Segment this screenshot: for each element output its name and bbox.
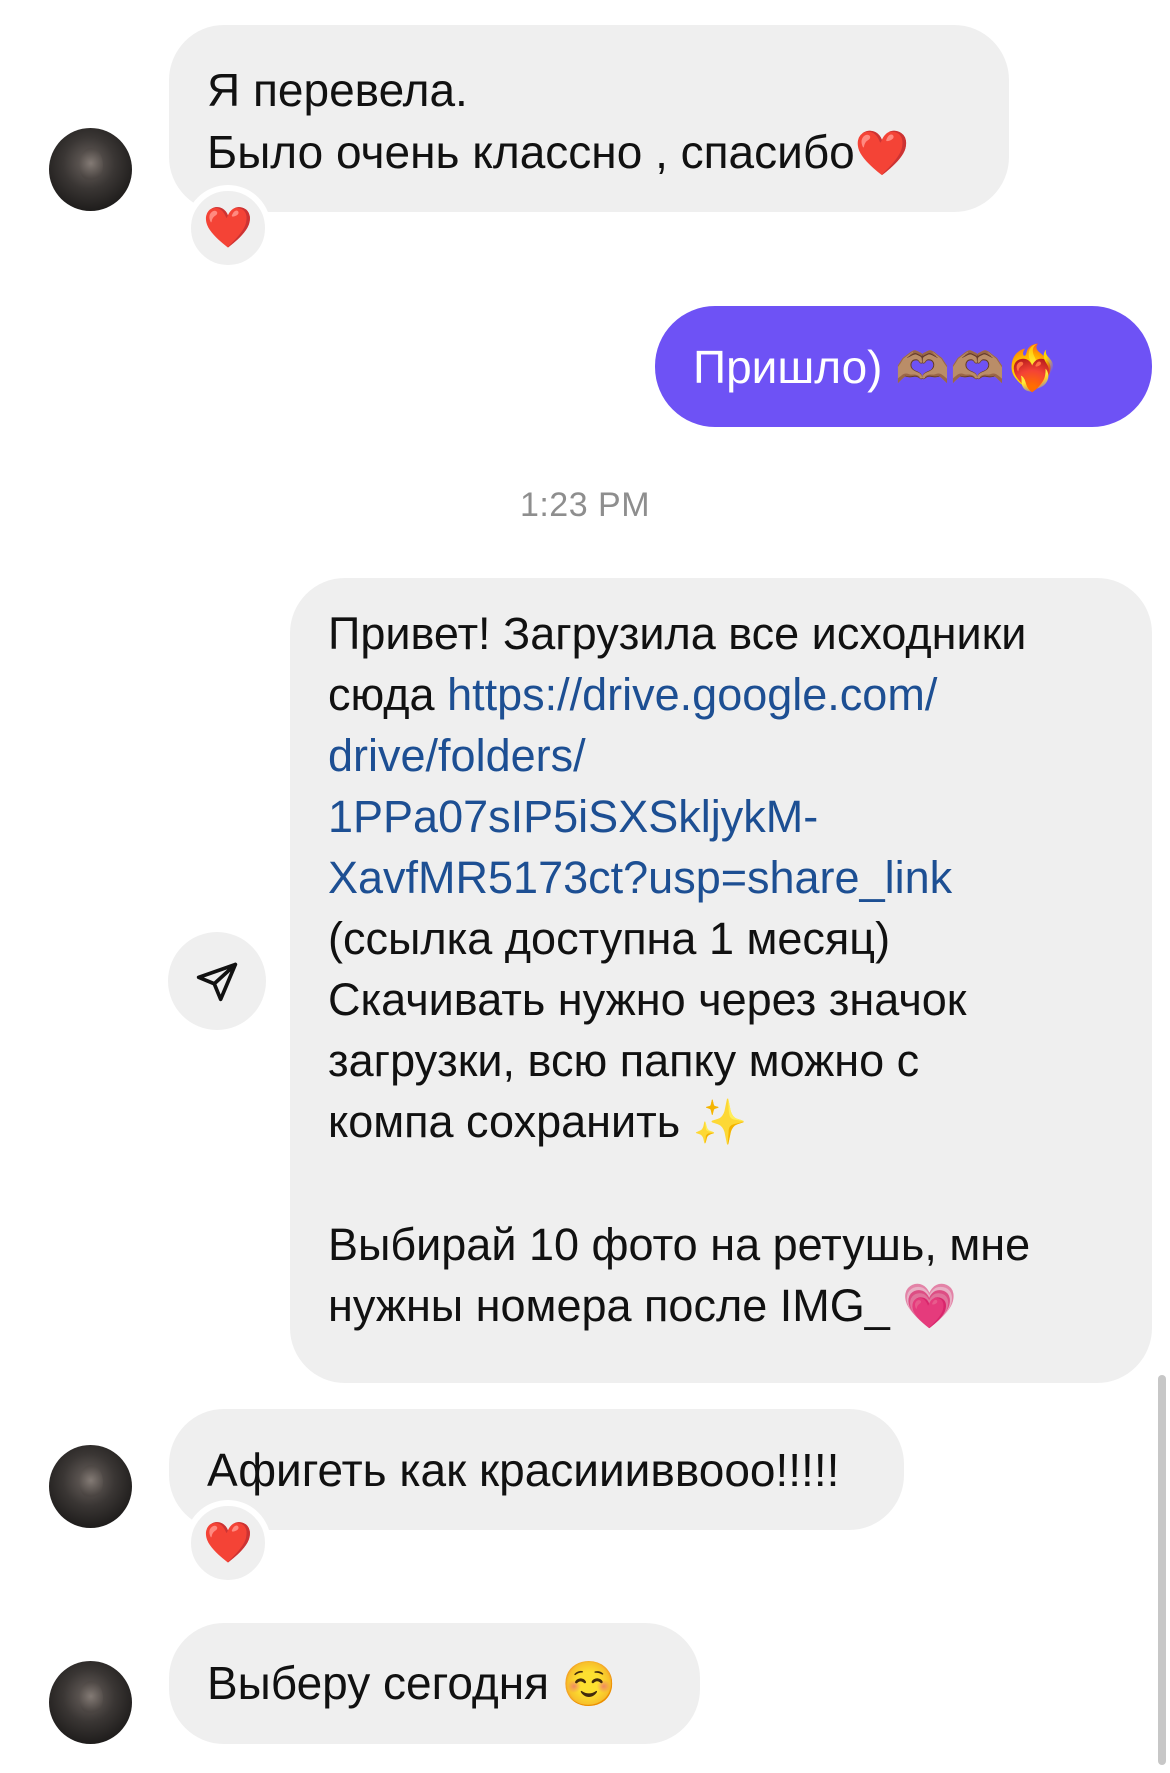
sparkles-emoji: ✨ (692, 1098, 748, 1147)
incoming-message-bubble[interactable]: Я перевела. Было очень классно , спасибо… (169, 25, 1009, 212)
outgoing-message-bubble[interactable]: Привет! Загрузила все исходники сюда htt… (290, 578, 1152, 1383)
message-line: Было очень классно , спасибо❤️ (207, 121, 969, 185)
avatar[interactable] (49, 1445, 132, 1528)
message-timestamp: 1:23 PM (519, 486, 651, 524)
message-line: Выберу сегодня ☺️ (207, 1652, 617, 1716)
pink-heart-emoji: 💗 (902, 1282, 958, 1331)
smiling-face-emoji: ☺️ (561, 1659, 617, 1709)
heart-icon: ❤️ (203, 1521, 253, 1565)
outgoing-message-bubble[interactable]: Пришло) 🫶🏽🫶🏽❤️‍🔥 (655, 306, 1152, 427)
message-text: нужны номера после IMG_ (328, 1280, 890, 1331)
message-line: Выбирай 10 фото на ретушь, мне (328, 1219, 1031, 1270)
avatar-photo (79, 148, 103, 182)
heart-hands-emoji: 🫶🏽🫶🏽❤️‍🔥 (895, 343, 1060, 393)
avatar-photo (79, 1681, 103, 1715)
avatar[interactable] (49, 1661, 132, 1744)
paper-plane-icon (196, 962, 238, 1002)
drive-link[interactable]: 1PPa07sIP5iSXSkljykM- (328, 786, 1132, 847)
message-line: загрузки, всю папку можно с (328, 1035, 920, 1086)
message-line: Привет! Загрузила все исходники (328, 608, 1027, 659)
message-line: Скачивать нужно через значок (328, 974, 967, 1025)
incoming-message-bubble[interactable]: Выберу сегодня ☺️ (169, 1623, 700, 1744)
message-line: (ссылка доступна 1 месяц) (328, 913, 891, 964)
heart-emoji: ❤️ (854, 129, 910, 178)
heart-icon: ❤️ (203, 206, 253, 250)
message-text: Афигеть как красиииввооо!!!!! (207, 1443, 840, 1496)
message-text: компа сохранить (328, 1096, 681, 1147)
message-line: Я перевела. (207, 64, 468, 116)
message-text: Пришло) (693, 340, 883, 393)
drive-link[interactable]: drive/folders/ (328, 725, 1132, 786)
message-text: Выберу сегодня (207, 1656, 550, 1709)
message-line: сюда https://drive.google.com/ (328, 664, 1132, 725)
heart-reaction[interactable]: ❤️ (185, 185, 271, 271)
avatar-photo (79, 1465, 103, 1499)
message-line: Пришло) 🫶🏽🫶🏽❤️‍🔥 (693, 340, 1060, 394)
heart-reaction[interactable]: ❤️ (185, 1500, 271, 1586)
message-line: нужны номера после IMG_ 💗 (328, 1275, 1132, 1337)
message-text: сюда (328, 669, 435, 720)
scrollbar[interactable] (1158, 1375, 1166, 1765)
message-text: Было очень классно , спасибо (207, 126, 855, 178)
message-line: компа сохранить ✨ (328, 1091, 1132, 1153)
drive-link[interactable]: https://drive.google.com/ (447, 669, 937, 720)
share-button[interactable] (168, 932, 266, 1030)
drive-link[interactable]: XavfMR5173ct?usp=share_link (328, 847, 1132, 908)
avatar[interactable] (49, 128, 132, 211)
incoming-message-bubble[interactable]: Афигеть как красиииввооо!!!!! (169, 1409, 904, 1530)
